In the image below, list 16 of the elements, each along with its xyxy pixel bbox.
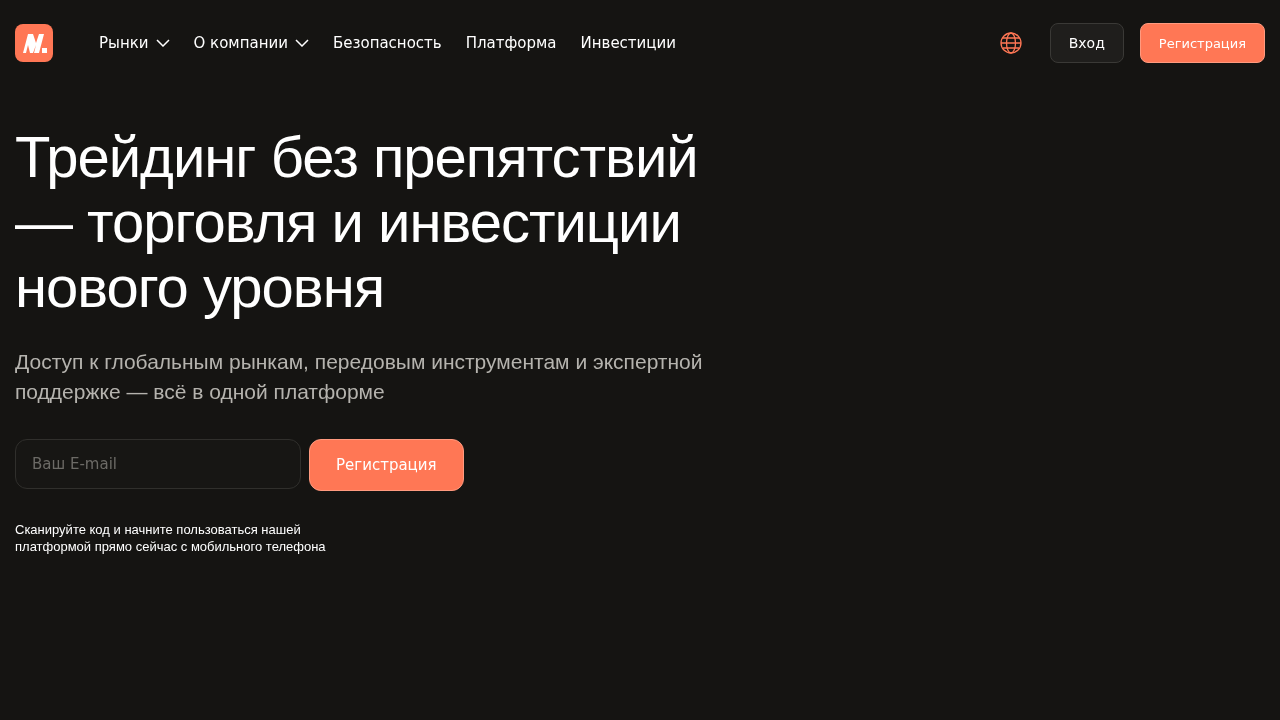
logo-icon[interactable] xyxy=(15,24,53,62)
scan-note: Сканируйте код и начните пользоваться нашей платформой прямо сейчас с мобильного телефона xyxy=(15,521,327,555)
globe-icon[interactable] xyxy=(999,32,1022,54)
nav-link[interactable]: Безопасность xyxy=(332,34,442,52)
hero-title: Трейдинг без препятствий xyxy=(15,124,699,189)
hero-subtitle: Доступ к глобальным рынкам, передовым инструментам и экспертной поддержке — всё в одной платформе xyxy=(15,349,704,405)
login-button[interactable]: Вход xyxy=(1049,23,1124,63)
nav-link[interactable]: Платформа xyxy=(465,34,557,52)
chevron-icon xyxy=(155,39,170,47)
nav-link[interactable]: О компании xyxy=(193,34,309,52)
chevron-icon xyxy=(294,39,309,47)
email-field[interactable]: Ваш E-mail xyxy=(15,439,301,489)
nav-link[interactable]: Инвестиции xyxy=(580,34,677,52)
nav-link[interactable]: Рынки xyxy=(99,34,170,52)
hero-title: нового уровня xyxy=(15,254,386,319)
hero-title: — торговля и инвестиции xyxy=(15,189,682,254)
